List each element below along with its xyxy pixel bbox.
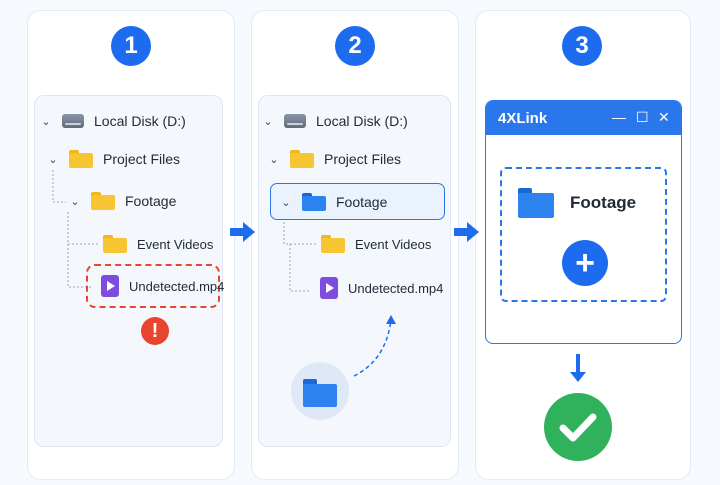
- drop-zone[interactable]: Footage +: [500, 167, 667, 302]
- plus-icon: +: [575, 244, 595, 282]
- window-title: 4XLink: [498, 109, 548, 127]
- add-button[interactable]: +: [562, 240, 608, 286]
- 4xlink-window: 4XLink — ☐ ✕ Footage +: [485, 100, 682, 344]
- close-icon[interactable]: ✕: [658, 109, 670, 125]
- dropped-folder: Footage: [518, 187, 636, 219]
- window-title-bar[interactable]: 4XLink: [486, 101, 681, 135]
- maximize-icon[interactable]: ☐: [636, 109, 649, 125]
- minimize-icon[interactable]: —: [612, 109, 626, 125]
- success-check: [544, 393, 612, 461]
- arrow-right-icon: [454, 222, 479, 242]
- check-icon: [559, 413, 597, 442]
- dropped-folder-label: Footage: [570, 193, 637, 212]
- arrow-down-icon: [570, 354, 586, 382]
- folder-icon: [518, 188, 554, 218]
